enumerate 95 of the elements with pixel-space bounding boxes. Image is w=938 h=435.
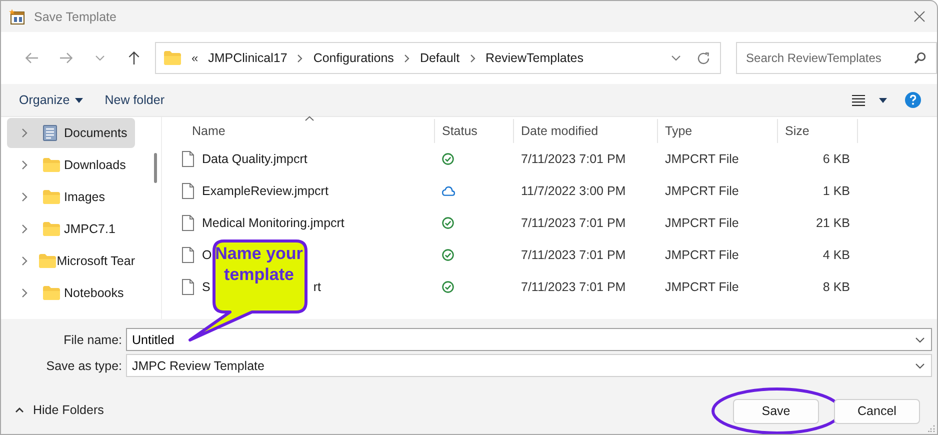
up-arrow-icon[interactable] — [128, 51, 140, 65]
file-name[interactable]: rt — [313, 280, 321, 294]
search-icon[interactable] — [914, 52, 926, 64]
expand-chevron-icon[interactable] — [21, 256, 28, 266]
dropdown-caret-icon[interactable] — [879, 98, 887, 102]
hide-folders-button[interactable]: Hide Folders — [15, 403, 104, 417]
save-type-dropdown[interactable]: JMPC Review Template — [126, 354, 932, 377]
size-cell: 21 KB — [816, 216, 850, 230]
column-header[interactable]: Size — [785, 124, 810, 138]
expand-chevron-icon[interactable] — [21, 224, 28, 234]
forward-arrow-icon[interactable] — [58, 52, 73, 64]
document-icon — [43, 125, 57, 141]
breadcrumb-separator-icon — [297, 54, 304, 62]
expand-chevron-icon[interactable] — [21, 192, 28, 202]
check-circle-icon — [442, 249, 454, 261]
breadcrumb-item[interactable]: JMPClinical17 — [208, 51, 288, 65]
file-icon — [182, 151, 194, 167]
folder-icon — [43, 222, 60, 236]
save-type-label: Save as type: — [45, 358, 122, 372]
organize-menu[interactable]: Organize — [19, 93, 83, 107]
breadcrumb-separator-icon — [470, 54, 476, 62]
dialog-button[interactable]: Cancel — [834, 398, 920, 424]
type-cell: JMPCRT File — [665, 152, 739, 166]
sidebar-item[interactable]: JMPC7.1 — [7, 214, 135, 244]
breadcrumb-item[interactable]: Default — [420, 51, 460, 65]
refresh-icon[interactable] — [697, 52, 710, 64]
callout-text: Name your template — [214, 243, 304, 285]
sidebar-item[interactable]: Documents — [7, 118, 135, 148]
dropdown-caret-icon — [74, 98, 83, 102]
expand-chevron-icon[interactable] — [21, 128, 28, 138]
dropdown-chevron-icon[interactable] — [671, 55, 682, 61]
column-header[interactable]: Date modified — [521, 124, 598, 138]
folder-icon — [164, 51, 182, 65]
overflow-chevron[interactable]: « — [191, 51, 198, 65]
sidebar-item[interactable]: Microsoft Tear — [7, 246, 135, 276]
type-cell: JMPCRT File — [665, 248, 739, 262]
file-icon — [182, 247, 194, 263]
recent-chevron-icon[interactable] — [94, 55, 105, 61]
column-header[interactable]: Name — [192, 124, 226, 138]
size-cell: 6 KB — [822, 152, 850, 166]
date-cell: 7/11/2023 7:01 PM — [521, 248, 626, 262]
new-folder-button[interactable]: New folder — [104, 93, 164, 107]
date-cell: 7/11/2023 7:01 PM — [521, 280, 626, 294]
date-cell: 7/11/2023 7:01 PM — [521, 152, 626, 166]
breadcrumb-item[interactable]: ReviewTemplates — [486, 51, 584, 65]
file-icon — [182, 215, 194, 231]
file-name[interactable]: S — [202, 280, 210, 294]
sidebar-item[interactable]: Notebooks — [7, 278, 135, 308]
sidebar-item[interactable]: Downloads — [7, 150, 135, 180]
file-name[interactable]: Medical Monitoring.jmpcrt — [202, 216, 344, 230]
file-name-field[interactable]: Untitled — [126, 328, 932, 351]
collapse-caret-icon — [15, 407, 24, 413]
type-cell: JMPCRT File — [665, 216, 739, 230]
file-icon — [182, 279, 194, 295]
scrollbar-thumb[interactable] — [154, 153, 156, 183]
help-icon[interactable] — [905, 92, 921, 108]
file-icon — [182, 183, 194, 199]
folder-icon — [43, 286, 60, 300]
file-name[interactable]: Data Quality.jmpcrt — [202, 152, 308, 166]
type-cell: JMPCRT File — [665, 184, 739, 198]
file-name-label: File name: — [62, 332, 122, 346]
folder-icon — [43, 158, 60, 172]
window-title: Save Template — [34, 10, 116, 24]
sort-caret-icon[interactable] — [305, 116, 314, 121]
breadcrumb-separator-icon — [404, 54, 410, 62]
check-circle-icon — [442, 153, 454, 165]
breadcrumb-item[interactable]: Configurations — [313, 51, 394, 65]
close-icon[interactable] — [914, 11, 925, 22]
size-cell: 4 KB — [822, 248, 850, 262]
check-circle-icon — [442, 281, 454, 293]
list-view-icon[interactable] — [852, 94, 865, 106]
expand-chevron-icon[interactable] — [21, 288, 28, 298]
resize-grip-icon[interactable] — [928, 425, 935, 432]
size-cell: 8 KB — [822, 280, 850, 294]
folder-icon — [39, 254, 56, 268]
app-icon — [9, 8, 25, 24]
date-cell: 11/7/2022 3:00 PM — [521, 184, 626, 198]
search-field[interactable]: Search ReviewTemplates — [736, 42, 937, 74]
size-cell: 1 KB — [822, 184, 850, 198]
dialog-button[interactable]: Save — [733, 398, 819, 424]
column-header[interactable]: Type — [665, 124, 692, 138]
column-header[interactable]: Status — [442, 124, 478, 138]
date-cell: 7/11/2023 7:01 PM — [521, 216, 626, 230]
expand-chevron-icon[interactable] — [21, 160, 28, 170]
back-arrow-icon[interactable] — [24, 52, 39, 64]
check-circle-icon — [442, 217, 454, 229]
cloud-icon — [442, 186, 455, 196]
type-cell: JMPCRT File — [665, 280, 739, 294]
file-name[interactable]: O — [202, 248, 212, 262]
file-name[interactable]: ExampleReview.jmpcrt — [202, 184, 328, 198]
dropdown-chevron-icon[interactable] — [915, 337, 925, 343]
folder-icon — [43, 190, 60, 204]
address-bar[interactable]: « JMPClinical17 Configurations Default ReviewTemplates — [155, 42, 722, 74]
dropdown-chevron-icon[interactable] — [915, 362, 925, 368]
sidebar-item[interactable]: Images — [7, 182, 135, 212]
